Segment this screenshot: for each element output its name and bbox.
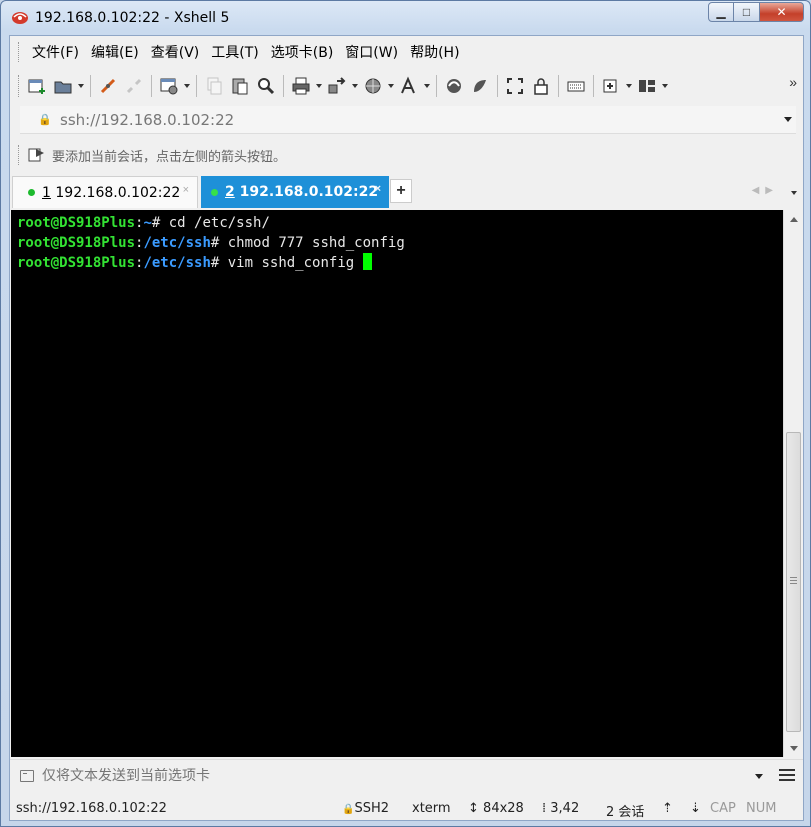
xftp-icon[interactable] [441, 73, 467, 99]
menu-view[interactable]: 查看(V) [145, 42, 206, 62]
status-terminal-type: xterm [412, 801, 451, 816]
title-bar[interactable]: 192.168.0.102:22 - Xshell 5 ▁ □ ✕ [1, 1, 810, 35]
add-tab-button[interactable]: + [390, 179, 412, 203]
address-dropdown-icon[interactable] [784, 117, 792, 122]
status-protocol: 🔒SSH2 [342, 801, 390, 816]
layout-icon[interactable] [634, 73, 660, 99]
transfer-icon[interactable] [324, 73, 350, 99]
maximize-button[interactable]: □ [734, 2, 760, 22]
tab-session-1[interactable]: 1 192.168.0.102:22 × [12, 176, 198, 208]
print-icon[interactable] [288, 73, 314, 99]
tab-scroll-arrows[interactable]: ◀▶ [752, 185, 779, 196]
new-tab-icon[interactable] [598, 73, 624, 99]
close-tab-icon[interactable]: × [183, 184, 189, 196]
transfer-dropdown[interactable] [350, 73, 360, 99]
compose-dropdown-icon[interactable] [755, 774, 763, 779]
reconnect-icon[interactable] [95, 73, 121, 99]
layout-dropdown[interactable] [660, 73, 670, 99]
print-dropdown[interactable] [314, 73, 324, 99]
fullscreen-icon[interactable] [502, 73, 528, 99]
tab-session-2[interactable]: 2 192.168.0.102:22 × [201, 176, 389, 208]
resize-icon: ↕ [468, 801, 479, 816]
minimize-button[interactable]: ▁ [708, 2, 734, 22]
keyboard-icon[interactable] [563, 73, 589, 99]
paste-icon[interactable] [227, 73, 253, 99]
terminal-area[interactable]: root@DS918Plus:~# cd /etc/ssh/ root@DS91… [11, 210, 783, 757]
session-hint-bar: 要添加当前会话，点击左侧的箭头按钮。 [10, 140, 803, 170]
client-area: 文件(F) 编辑(E) 查看(V) 工具(T) 选项卡(B) 窗口(W) 帮助(… [9, 35, 804, 821]
status-num-lock: NUM [746, 801, 777, 816]
toolbar: » [10, 70, 803, 102]
open-folder-icon[interactable] [50, 73, 76, 99]
status-address: ssh://192.168.0.102:22 [16, 801, 167, 816]
add-session-arrow-icon[interactable] [28, 146, 46, 164]
menu-bar: 文件(F) 编辑(E) 查看(V) 工具(T) 选项卡(B) 窗口(W) 帮助(… [10, 36, 803, 68]
new-tab-dropdown[interactable] [624, 73, 634, 99]
connected-status-icon [211, 188, 218, 196]
terminal-line: root@DS918Plus:/etc/ssh# chmod 777 sshd_… [17, 234, 405, 251]
window-title: 192.168.0.102:22 - Xshell 5 [35, 10, 230, 26]
address-input[interactable] [60, 110, 760, 129]
scroll-up-button[interactable] [784, 210, 803, 228]
terminal-line: root@DS918Plus:~# cd /etc/ssh/ [17, 215, 270, 231]
lock-icon: 🔒 [342, 804, 355, 815]
address-bar: 🔒 [20, 106, 796, 134]
status-sessions: 2 会话 [606, 805, 645, 820]
compose-icon[interactable] [20, 769, 34, 782]
compose-input[interactable] [42, 767, 722, 784]
font-icon[interactable] [396, 73, 422, 99]
tab-list-dropdown-icon[interactable] [791, 191, 797, 195]
find-icon[interactable] [253, 73, 279, 99]
properties-icon[interactable] [156, 73, 182, 99]
cursor-icon: ⁞ [542, 801, 547, 816]
menu-tools[interactable]: 工具(T) [205, 42, 264, 62]
status-cursor-position: ⁞ 3,42 [542, 801, 580, 816]
lock-icon: 🔒 [38, 114, 52, 126]
copy-icon[interactable] [201, 73, 227, 99]
tab-bar: 1 192.168.0.102:22 × 2 192.168.0.102:22 … [10, 176, 803, 208]
scroll-thumb[interactable] [786, 432, 801, 732]
disconnect-icon[interactable] [121, 73, 147, 99]
terminal-line: root@DS918Plus:/etc/ssh# vim sshd_config [17, 253, 783, 273]
terminal-cursor [362, 253, 372, 270]
xshell-app-icon [12, 12, 28, 24]
new-session-icon[interactable] [24, 73, 50, 99]
menu-window[interactable]: 窗口(W) [339, 42, 404, 62]
open-dropdown[interactable] [76, 73, 86, 99]
menu-edit[interactable]: 编辑(E) [85, 42, 145, 62]
status-bar: ssh://192.168.0.102:22 🔒SSH2 xterm ↕ 84x… [10, 795, 803, 821]
menubar-grip[interactable] [18, 42, 20, 62]
toolbar-more-button[interactable]: » [789, 74, 797, 90]
close-button[interactable]: ✕ [760, 2, 804, 22]
xshell-window: 192.168.0.102:22 - Xshell 5 ▁ □ ✕ 文件(F) … [0, 0, 811, 827]
toolbar-grip[interactable] [18, 75, 20, 97]
menu-file[interactable]: 文件(F) [26, 42, 85, 62]
close-tab-icon[interactable]: × [375, 183, 381, 195]
menu-help[interactable]: 帮助(H) [404, 42, 465, 62]
compose-menu-icon[interactable] [779, 769, 795, 781]
font-dropdown[interactable] [422, 73, 432, 99]
lock-icon[interactable] [528, 73, 554, 99]
status-caps-lock: CAP [710, 801, 736, 816]
connected-status-icon [28, 189, 35, 196]
globe-icon[interactable] [360, 73, 386, 99]
properties-dropdown[interactable] [182, 73, 192, 99]
terminal-scrollbar[interactable] [783, 210, 803, 757]
xagent-icon[interactable] [467, 73, 493, 99]
status-download-icon: ⇣ [690, 801, 701, 816]
hint-text: 要添加当前会话，点击左侧的箭头按钮。 [52, 149, 287, 165]
menu-tabs[interactable]: 选项卡(B) [265, 42, 340, 62]
status-upload-icon: ⇡ [662, 801, 673, 816]
scroll-down-button[interactable] [784, 739, 803, 757]
compose-bar [10, 759, 803, 791]
globe-dropdown[interactable] [386, 73, 396, 99]
status-size: ↕ 84x28 [468, 801, 524, 816]
